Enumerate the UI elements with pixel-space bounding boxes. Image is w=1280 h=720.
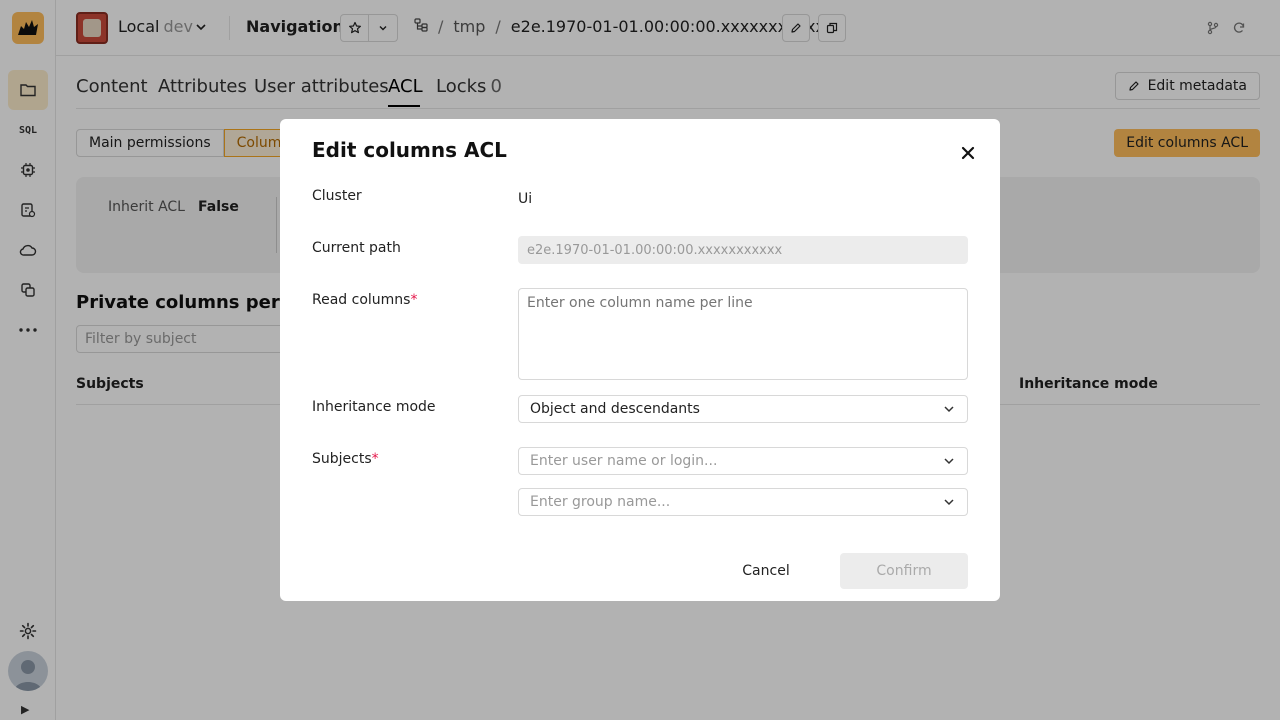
cancel-button[interactable]: Cancel [728,553,804,589]
read-columns-label: Read columns* [312,292,417,308]
inheritance-mode-value: Object and descendants [530,401,700,417]
group-subject-select[interactable]: Enter group name... [518,488,968,516]
group-subject-placeholder: Enter group name... [530,494,671,510]
subjects-label: Subjects* [312,451,379,467]
read-columns-label-text: Read columns [312,292,411,308]
required-asterisk: * [371,451,379,467]
edit-columns-acl-dialog: Edit columns ACL Cluster Ui Current path… [280,119,1000,601]
chevron-down-icon [944,499,954,506]
cluster-field-value: Ui [518,191,533,207]
subjects-label-text: Subjects [312,451,372,467]
confirm-button[interactable]: Confirm [840,553,968,589]
chevron-down-icon [944,458,954,465]
user-subject-placeholder: Enter user name or login... [530,453,718,469]
close-icon[interactable] [956,141,980,165]
chevron-down-icon [944,406,954,413]
current-path-field: e2e.1970-01-01.00:00:00.xxxxxxxxxxx [518,236,968,264]
read-columns-textarea[interactable] [518,288,968,380]
cluster-field-label: Cluster [312,188,362,204]
inheritance-mode-select[interactable]: Object and descendants [518,395,968,423]
user-subject-select[interactable]: Enter user name or login... [518,447,968,475]
dialog-title: Edit columns ACL [312,138,507,162]
inheritance-mode-label: Inheritance mode [312,399,436,415]
required-asterisk: * [410,292,418,308]
current-path-label: Current path [312,240,401,256]
